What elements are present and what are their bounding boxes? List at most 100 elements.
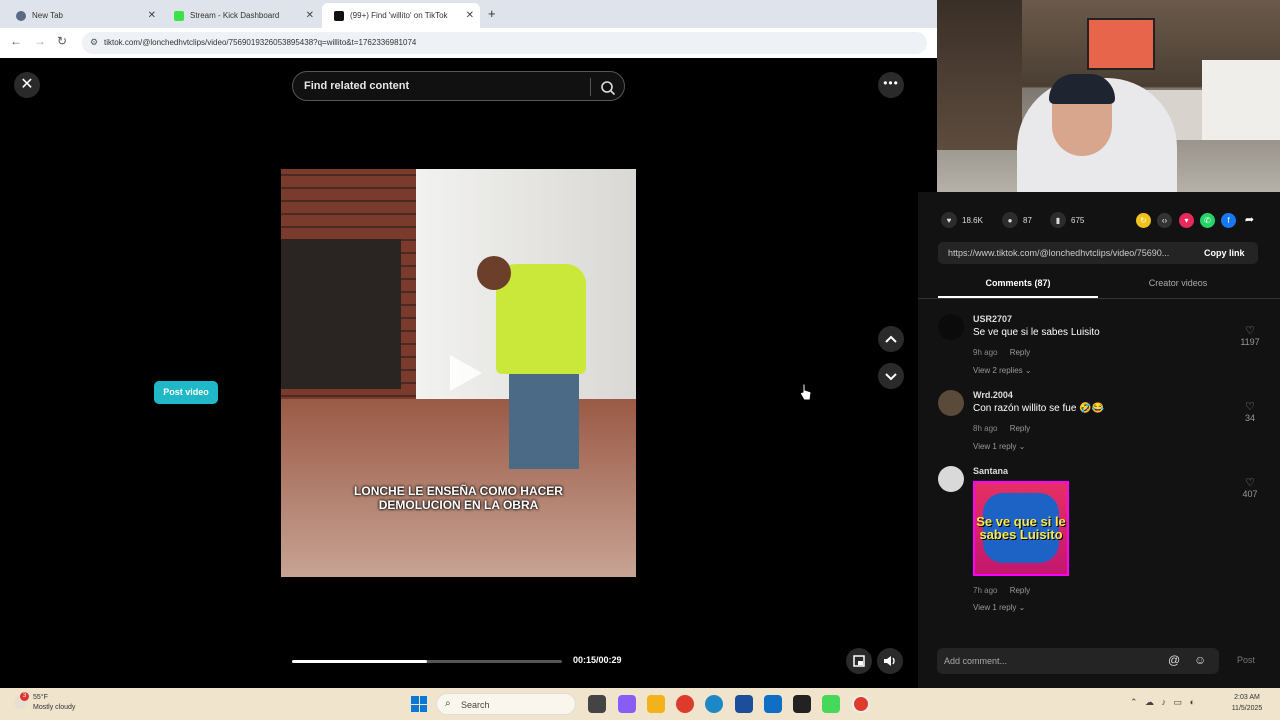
- tab-kick-dashboard[interactable]: Stream - Kick Dashboard ✕: [162, 3, 320, 28]
- close-tab-icon[interactable]: ✕: [466, 10, 474, 21]
- tab-new-tab[interactable]: New Tab ✕: [4, 3, 162, 28]
- view-replies-button[interactable]: View 1 reply ⌄: [973, 442, 1025, 451]
- send-icon[interactable]: ▾: [1179, 213, 1194, 228]
- previous-video-button[interactable]: [878, 326, 904, 352]
- comment-username[interactable]: Wrd.2004: [973, 390, 1013, 400]
- browser-tab-bar: New Tab ✕ Stream - Kick Dashboard ✕ (99+…: [0, 0, 940, 28]
- add-comment-placeholder: Add comment...: [944, 656, 1008, 666]
- mention-icon[interactable]: @: [1168, 653, 1180, 667]
- comment-sticker[interactable]: Se ve que si le sabes Luisito: [973, 481, 1069, 576]
- emoji-icon[interactable]: ☺: [1194, 653, 1206, 667]
- embed-icon[interactable]: ‹›: [1157, 213, 1172, 228]
- outlook-icon[interactable]: [764, 695, 782, 713]
- more-options-button[interactable]: •••: [878, 72, 904, 98]
- view-replies-button[interactable]: View 1 reply ⌄: [973, 603, 1025, 612]
- volume-icon: [884, 656, 895, 666]
- chrome-taskbar-icon[interactable]: [676, 695, 694, 713]
- chrome-icon: [16, 10, 26, 21]
- comment-like[interactable]: ♡ 34: [1238, 400, 1262, 423]
- copilot-icon[interactable]: [618, 695, 636, 713]
- task-view-icon[interactable]: [588, 695, 606, 713]
- weather-text: 55°F Mostly cloudy: [33, 693, 103, 713]
- clock-date: 11/5/2025: [1231, 705, 1263, 712]
- comment-like[interactable]: ♡ 1197: [1238, 324, 1262, 347]
- taskbar: [0, 688, 1280, 720]
- share-link-text[interactable]: https://www.tiktok.com/@lonchedhvtclips/…: [948, 248, 1193, 258]
- avatar[interactable]: [938, 466, 964, 492]
- video-time: 00:15/00:29: [573, 655, 622, 665]
- play-icon[interactable]: [444, 353, 484, 393]
- edge-icon[interactable]: [705, 695, 723, 713]
- site-info-icon[interactable]: ⚙: [90, 37, 98, 48]
- webcam-bed: [1202, 60, 1280, 140]
- related-search-box[interactable]: Find related content: [292, 71, 625, 101]
- picture-in-picture-button[interactable]: [846, 648, 872, 674]
- url-text: tiktok.com/@lonchedhvtclips/video/756901…: [104, 38, 417, 47]
- add-comment-input[interactable]: Add comment... @ ☺: [937, 648, 1219, 674]
- tab-creator-videos[interactable]: Creator videos: [1098, 278, 1258, 288]
- post-comment-button[interactable]: Post: [1237, 655, 1255, 665]
- taskbar-clock[interactable]: 2:03 AM 11/5/2025: [1222, 692, 1272, 714]
- taskbar-search[interactable]: ⌕ Search: [436, 693, 576, 715]
- webcam-overlay: [937, 0, 1280, 192]
- video-progress-fill: [292, 660, 427, 663]
- video-progress-bar[interactable]: [292, 660, 562, 663]
- worker-legs: [509, 359, 579, 469]
- store-icon[interactable]: [735, 695, 753, 713]
- notification-badge: 3: [20, 692, 29, 701]
- close-tab-icon[interactable]: ✕: [148, 10, 156, 21]
- comment-item: Wrd.2004 Con razón willito se fue 🤣😂 8h …: [938, 390, 1268, 455]
- new-tab-button[interactable]: +: [488, 6, 496, 21]
- likes-stat[interactable]: ♥ 18.6K: [941, 212, 983, 228]
- comment-like-count: 34: [1244, 413, 1255, 423]
- search-icon[interactable]: [597, 77, 619, 99]
- avatar[interactable]: [938, 314, 964, 340]
- back-button[interactable]: ←: [10, 34, 22, 48]
- comment-username[interactable]: Santana: [973, 466, 1008, 476]
- view-replies-button[interactable]: View 2 replies ⌄: [973, 366, 1032, 375]
- volume-button[interactable]: [877, 648, 903, 674]
- chrome-active-icon[interactable]: [852, 695, 870, 713]
- comment-meta: 7h ago Reply: [973, 586, 1030, 595]
- comment-like[interactable]: ♡ 407: [1238, 476, 1262, 499]
- webcam-painting: [1087, 18, 1155, 70]
- windows-start-button[interactable]: [411, 696, 427, 712]
- webcam-cap: [1049, 74, 1115, 104]
- comments-stat[interactable]: ● 87: [1002, 212, 1032, 228]
- next-video-button[interactable]: [878, 363, 904, 389]
- comment-text: Se ve que si le sabes Luisito: [973, 327, 1100, 338]
- heart-icon: ♥: [941, 212, 957, 228]
- kick-taskbar-icon[interactable]: [822, 695, 840, 713]
- reply-button[interactable]: Reply: [1010, 586, 1030, 595]
- view-replies-label: View 1 reply: [973, 442, 1017, 451]
- post-video-button[interactable]: Post video: [154, 381, 218, 404]
- tab-comments[interactable]: Comments (87): [938, 278, 1098, 288]
- reply-button[interactable]: Reply: [1010, 348, 1030, 357]
- tab-tiktok[interactable]: (99+) Find 'willito' on TikTok ✕: [322, 3, 480, 28]
- comment-time: 8h ago: [973, 424, 998, 433]
- close-video-button[interactable]: ✕: [14, 72, 40, 98]
- reload-button[interactable]: ↻: [57, 34, 67, 48]
- whatsapp-icon[interactable]: ✆: [1200, 213, 1215, 228]
- file-explorer-icon[interactable]: [647, 695, 665, 713]
- forward-button[interactable]: →: [34, 34, 46, 48]
- comment-username[interactable]: USR2707: [973, 314, 1012, 324]
- fireplace: [281, 239, 401, 389]
- tiktok-taskbar-icon[interactable]: [793, 695, 811, 713]
- reply-button[interactable]: Reply: [1010, 424, 1030, 433]
- share-link-box: https://www.tiktok.com/@lonchedhvtclips/…: [938, 242, 1258, 264]
- url-field[interactable]: ⚙ tiktok.com/@lonchedhvtclips/video/7569…: [82, 32, 927, 54]
- close-tab-icon[interactable]: ✕: [306, 10, 314, 21]
- comment-time: 7h ago: [973, 586, 998, 595]
- share-arrow-icon[interactable]: ➦: [1242, 213, 1257, 228]
- facebook-icon[interactable]: f: [1221, 213, 1236, 228]
- avatar[interactable]: [938, 390, 964, 416]
- comment-item: USR2707 Se ve que si le sabes Luisito 9h…: [938, 314, 1268, 379]
- comment-icon: ●: [1002, 212, 1018, 228]
- tiktok-icon: [334, 10, 344, 21]
- saves-stat[interactable]: ▮ 675: [1050, 212, 1084, 228]
- copy-link-button[interactable]: Copy link: [1204, 248, 1245, 258]
- repost-icon[interactable]: ↻: [1136, 213, 1151, 228]
- system-tray[interactable]: ⌃ ☁ ♪ ▭ ◐: [1130, 697, 1195, 708]
- heart-outline-icon: ♡: [1245, 477, 1255, 489]
